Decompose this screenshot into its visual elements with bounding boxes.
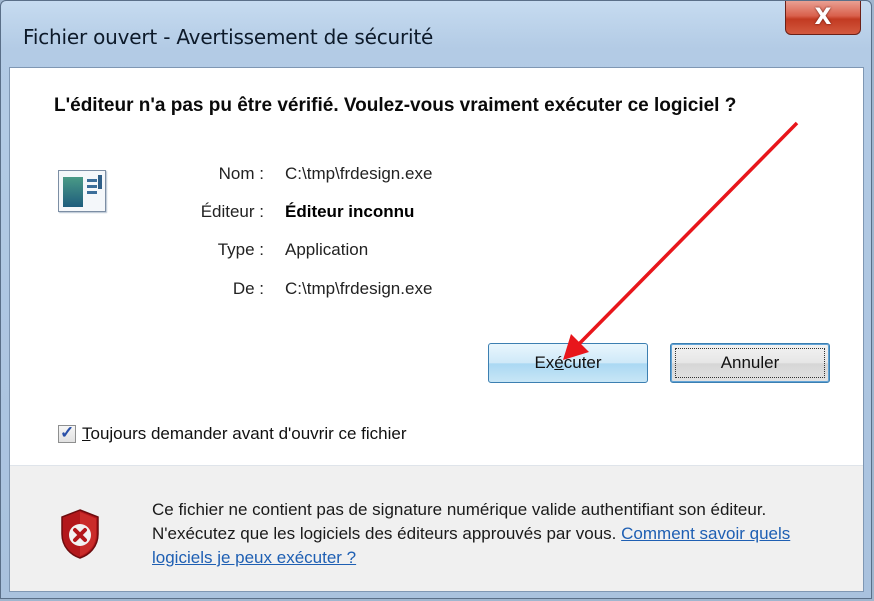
main-panel: L'éditeur n'a pas pu être vérifié. Voule… bbox=[10, 68, 863, 465]
always-ask-accelerator: T bbox=[82, 424, 91, 443]
cancel-button[interactable]: Annuler bbox=[670, 343, 830, 383]
application-icon bbox=[58, 170, 106, 212]
publisher-label: Éditeur : bbox=[200, 202, 264, 221]
name-label: Nom : bbox=[218, 164, 264, 183]
focus-rectangle bbox=[675, 348, 825, 378]
checkmark-icon: ✓ bbox=[60, 423, 75, 442]
type-value: Application bbox=[285, 240, 369, 259]
type-label: Type : bbox=[217, 240, 264, 259]
security-shield-error-icon bbox=[61, 509, 99, 559]
close-icon: X bbox=[814, 5, 832, 30]
notice-text-block: Ce fichier ne contient pas de signature … bbox=[152, 498, 822, 570]
run-button[interactable]: Exécuter bbox=[488, 343, 648, 383]
warning-heading: L'éditeur n'a pas pu être vérifié. Voule… bbox=[54, 95, 737, 116]
from-label: De : bbox=[232, 279, 264, 298]
window-title: Fichier ouvert - Avertissement de sécuri… bbox=[23, 25, 434, 49]
from-value: C:\tmp\frdesign.exe bbox=[285, 279, 433, 298]
dialog-content: L'éditeur n'a pas pu être vérifié. Voule… bbox=[9, 67, 864, 592]
run-label-pre: Ex bbox=[534, 353, 555, 372]
always-ask-checkbox[interactable]: ✓ bbox=[58, 423, 76, 443]
always-ask-label[interactable]: Toujours demander avant d'ouvrir ce fich… bbox=[82, 424, 407, 444]
run-label-post: cuter bbox=[563, 353, 602, 372]
publisher-value: Éditeur inconnu bbox=[285, 202, 415, 221]
title-bar[interactable]: Fichier ouvert - Avertissement de sécuri… bbox=[1, 1, 871, 49]
close-button[interactable]: X bbox=[785, 1, 861, 35]
always-ask-text: oujours demander avant d'ouvrir ce fichi… bbox=[90, 424, 407, 443]
run-label-accelerator: é bbox=[554, 353, 564, 372]
name-value: C:\tmp\frdesign.exe bbox=[285, 164, 433, 183]
security-warning-dialog: Fichier ouvert - Avertissement de sécuri… bbox=[0, 0, 872, 599]
notice-panel: Ce fichier ne contient pas de signature … bbox=[10, 466, 863, 591]
